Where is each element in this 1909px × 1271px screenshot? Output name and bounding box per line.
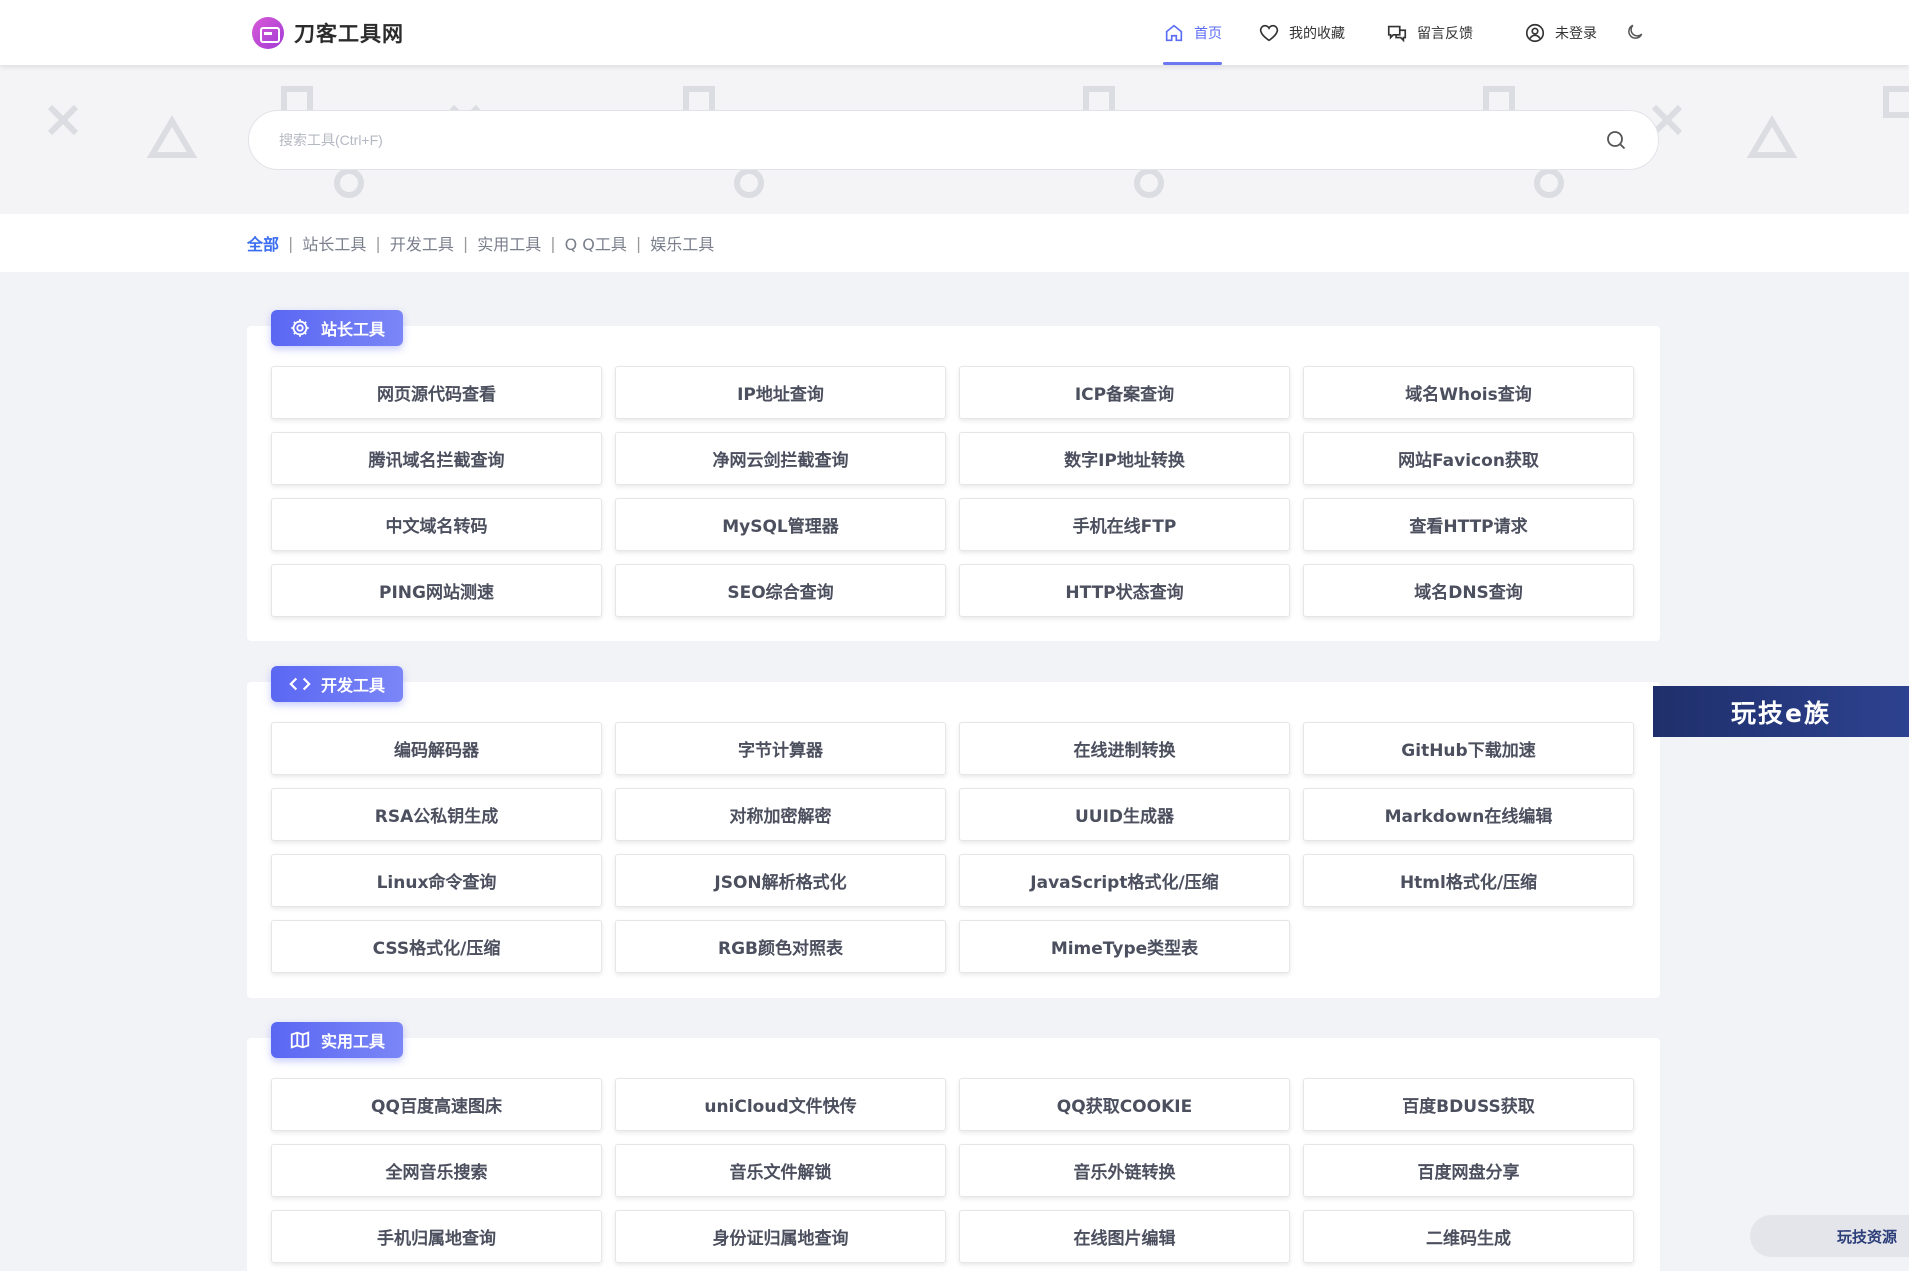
tool-card[interactable]: 百度BDUSS获取 [1303,1078,1634,1131]
corner-ad-badge[interactable]: 玩技资源 [1750,1215,1909,1257]
category-all[interactable]: 全部 [247,231,279,255]
separator: | [550,233,556,253]
tool-card[interactable]: RSA公私钥生成 [271,788,602,841]
tool-card[interactable]: 域名Whois查询 [1303,366,1634,419]
tool-card[interactable]: 网站Favicon获取 [1303,432,1634,485]
tool-card[interactable]: QQ获取COOKIE [959,1078,1290,1131]
site-name: 刀客工具网 [294,22,404,46]
tool-card[interactable]: 域名DNS查询 [1303,564,1634,617]
category-webmaster[interactable]: 站长工具 [302,231,366,255]
tool-card[interactable]: 手机在线FTP [959,498,1290,551]
tool-card[interactable]: 在线图片编辑 [959,1210,1290,1263]
site-logo[interactable]: 刀客工具网 [252,17,404,49]
section-title-label: 实用工具 [321,1032,386,1051]
tool-card[interactable]: 字节计算器 [615,722,946,775]
section-title-utility: 实用工具 [271,1022,403,1058]
category-qq[interactable]: Q Q工具 [565,231,627,255]
logo-icon [252,17,284,49]
tool-card[interactable]: PING网站测速 [271,564,602,617]
tool-card[interactable]: MySQL管理器 [615,498,946,551]
tool-card[interactable]: IP地址查询 [615,366,946,419]
tool-card[interactable]: SEO综合查询 [615,564,946,617]
code-icon [289,677,311,691]
tool-card[interactable]: JavaScript格式化/压缩 [959,854,1290,907]
tool-card[interactable]: Html格式化/压缩 [1303,854,1634,907]
tool-card[interactable]: Linux命令查询 [271,854,602,907]
user-icon [1525,23,1545,42]
search-input[interactable] [279,111,1579,169]
tool-card[interactable]: MimeType类型表 [959,920,1290,973]
tool-card[interactable]: UUID生成器 [959,788,1290,841]
separator: | [375,233,381,253]
side-ad-banner[interactable]: 玩技e族 [1653,686,1909,737]
category-filter-bar: 全部 | 站长工具 | 开发工具 | 实用工具 | Q Q工具 | 娱乐工具 [0,214,1909,272]
separator: | [462,233,469,253]
separator: | [635,233,642,253]
tool-card[interactable]: QQ百度高速图床 [271,1078,602,1131]
nav-home[interactable]: 首页 [1163,0,1222,65]
tool-card[interactable]: 对称加密解密 [615,788,946,841]
nav-favorites-label: 我的收藏 [1289,25,1345,42]
search-hero [0,65,1909,214]
home-icon [1165,24,1183,41]
map-icon [290,1031,310,1049]
search-box [248,110,1659,170]
tool-card[interactable]: 身份证归属地查询 [615,1210,946,1263]
tool-card[interactable]: 净网云剑拦截查询 [615,432,946,485]
nav-login[interactable]: 未登录 [1524,0,1597,65]
nav-favorites[interactable]: 我的收藏 [1258,0,1345,65]
search-icon[interactable] [1604,128,1628,152]
tool-card[interactable]: HTTP状态查询 [959,564,1290,617]
category-entertainment[interactable]: 娱乐工具 [650,231,714,255]
tool-card[interactable]: 中文域名转码 [271,498,602,551]
category-utility[interactable]: 实用工具 [477,231,541,255]
section-title-label: 开发工具 [321,676,386,695]
tool-card[interactable]: RGB颜色对照表 [615,920,946,973]
tool-card[interactable]: Markdown在线编辑 [1303,788,1634,841]
tool-card[interactable]: uniCloud文件快传 [615,1078,946,1131]
nav-home-label: 首页 [1194,25,1222,42]
tool-card[interactable]: 数字IP地址转换 [959,432,1290,485]
tool-card[interactable]: GitHub下载加速 [1303,722,1634,775]
tool-card[interactable]: 音乐外链转换 [959,1144,1290,1197]
moon-icon[interactable] [1625,22,1645,42]
heart-icon [1259,24,1279,41]
tool-card[interactable]: CSS格式化/压缩 [271,920,602,973]
tool-card[interactable]: 音乐文件解锁 [615,1144,946,1197]
tool-card[interactable]: 腾讯域名拦截查询 [271,432,602,485]
top-navbar: 刀客工具网 首页 我的收藏 留言反馈 未登录 [0,0,1909,65]
tool-card[interactable]: ICP备案查询 [959,366,1290,419]
tool-card[interactable]: 全网音乐搜索 [271,1144,602,1197]
separator: | [288,233,294,253]
tool-card[interactable]: 编码解码器 [271,722,602,775]
nav-feedback[interactable]: 留言反馈 [1386,0,1473,65]
section-title-label: 站长工具 [321,320,386,339]
tool-card[interactable]: 查看HTTP请求 [1303,498,1634,551]
section-title-dev: 开发工具 [271,666,403,702]
section-title-webmaster: 站长工具 [271,310,403,346]
tool-card[interactable]: 二维码生成 [1303,1210,1634,1263]
category-dev[interactable]: 开发工具 [390,231,454,255]
nav-login-label: 未登录 [1555,25,1597,42]
tool-card[interactable]: 手机归属地查询 [271,1210,602,1263]
tool-card[interactable]: 百度网盘分享 [1303,1144,1634,1197]
tool-card[interactable]: 网页源代码查看 [271,366,602,419]
tool-card[interactable]: 在线进制转换 [959,722,1290,775]
nav-feedback-label: 留言反馈 [1417,25,1473,42]
gear-icon [291,319,309,337]
chat-icon [1387,25,1407,42]
tool-card[interactable]: JSON解析格式化 [615,854,946,907]
